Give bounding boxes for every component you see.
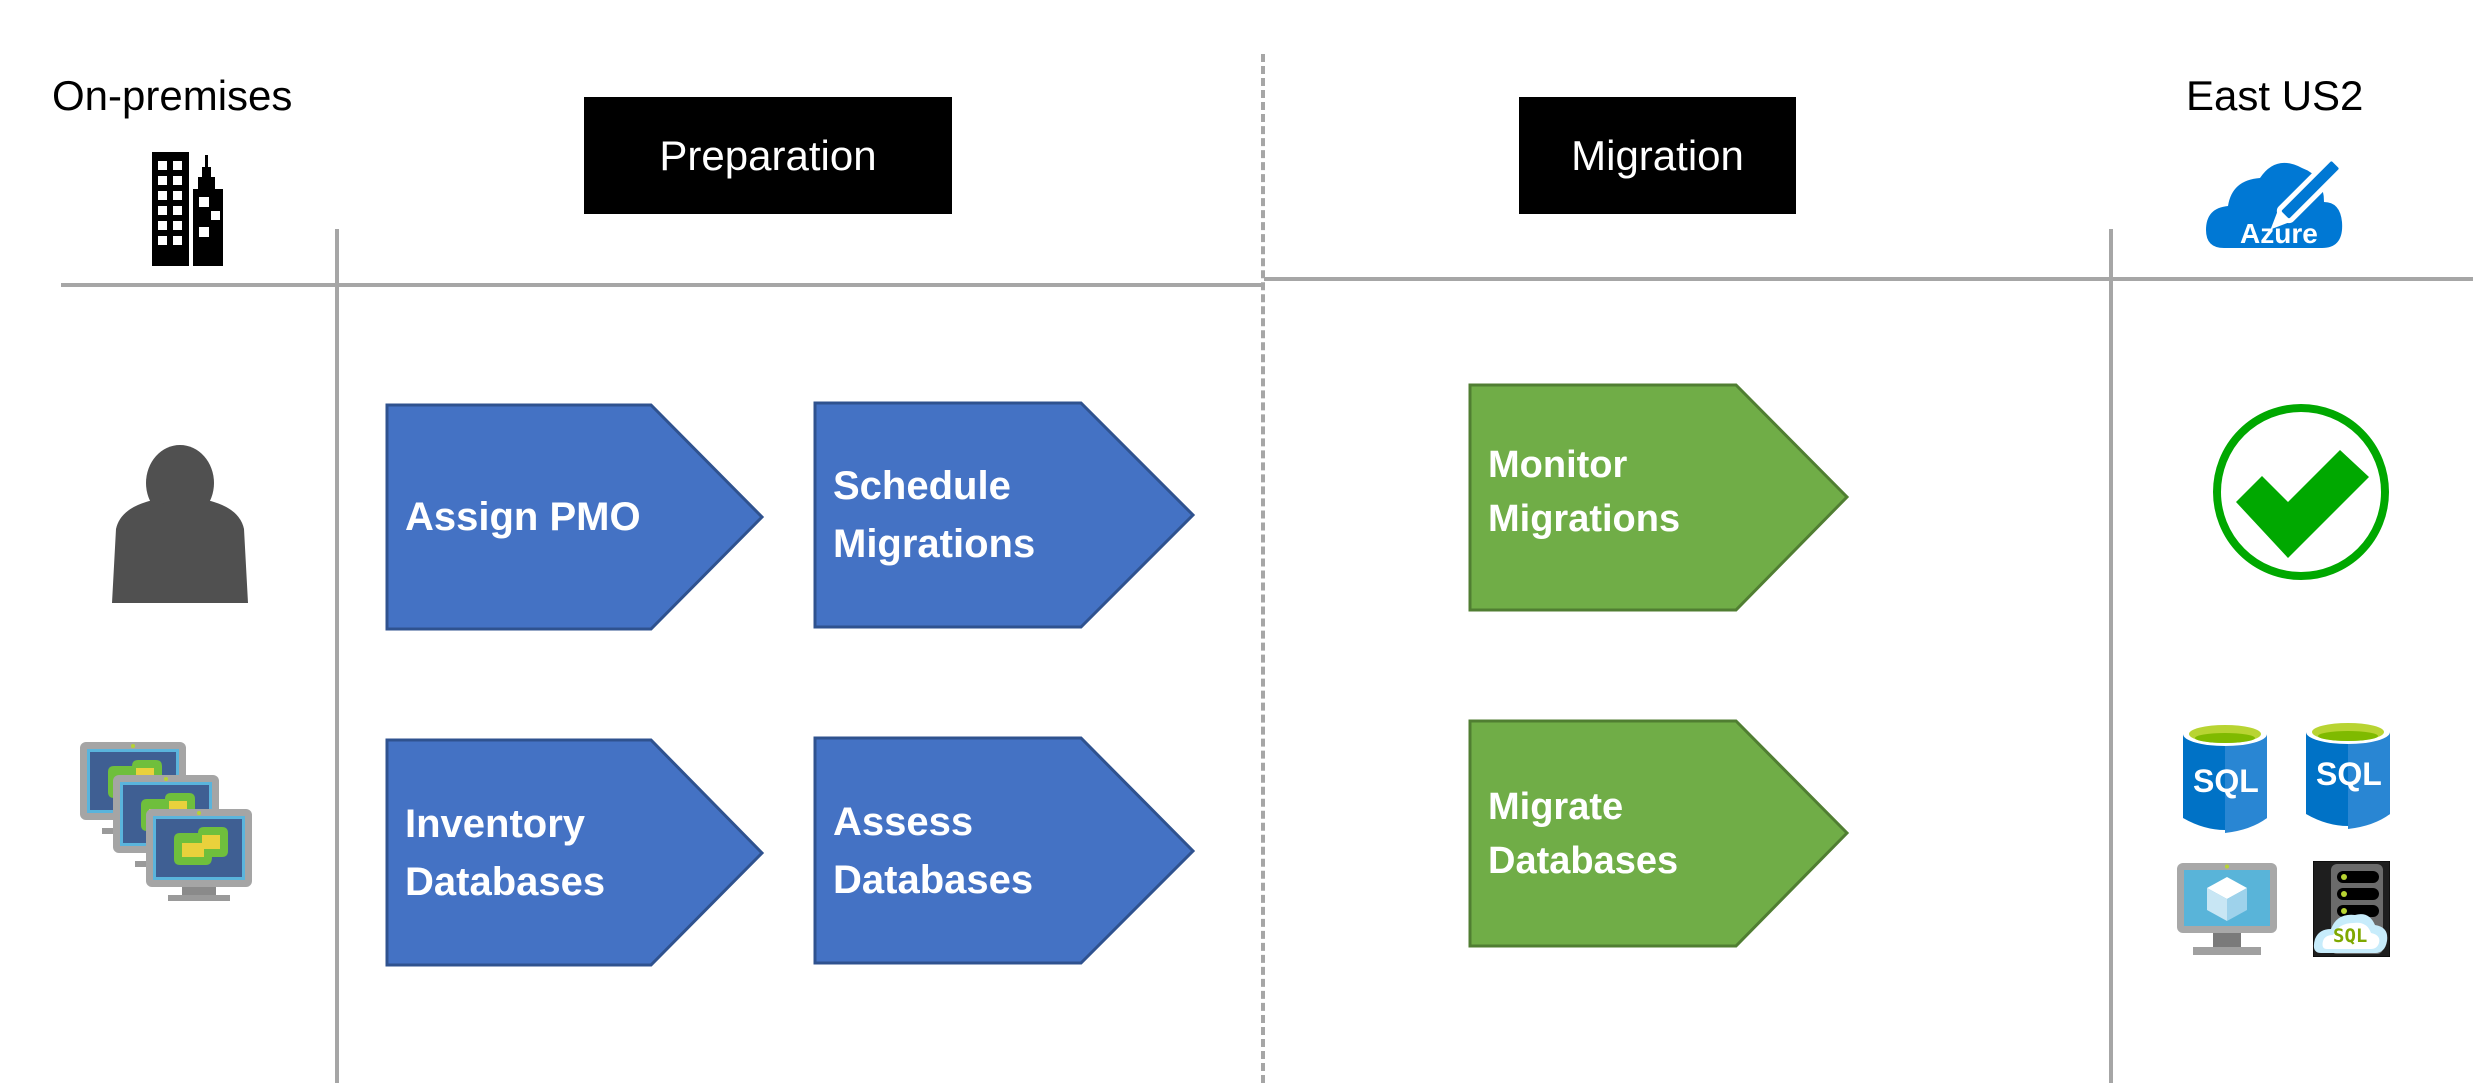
user-icon xyxy=(110,444,250,604)
step-schedule-migrations: Schedule Migrations xyxy=(813,401,1196,629)
step-label: Assess Databases xyxy=(833,799,1034,902)
phase-header-migration: Migration xyxy=(1519,97,1796,214)
phase-divider xyxy=(1261,54,1265,1083)
step-label: Assign PMO xyxy=(405,495,641,539)
sql-database-icon: SQL xyxy=(2304,718,2392,830)
sql-database-label: SQL xyxy=(2316,756,2382,792)
sql-server-label: SQL xyxy=(2333,925,2368,947)
step-migrate-databases: Migrate Databases xyxy=(1468,719,1850,948)
target-column-divider xyxy=(2109,229,2113,1083)
sql-database-label: SQL xyxy=(2193,763,2259,799)
header-divider-right xyxy=(1264,277,2473,281)
phase-header-label: Preparation xyxy=(659,131,877,179)
azure-virtual-machine-icon xyxy=(2177,863,2277,958)
office-building-icon xyxy=(152,151,226,267)
target-region-label: East US2 xyxy=(2186,72,2364,119)
vmware-virtual-machines-icon xyxy=(80,742,256,914)
phase-header-preparation: Preparation xyxy=(584,97,952,214)
step-assess-databases: Assess Databases xyxy=(813,736,1196,965)
azure-cloud-icon: Azure xyxy=(2206,144,2352,250)
step-label: Migrate Databases xyxy=(1488,785,1679,882)
header-divider-left xyxy=(61,283,1264,287)
sql-server-vm-icon: SQL xyxy=(2312,860,2391,958)
azure-cloud-label: Azure xyxy=(2240,218,2318,249)
step-assign-pmo: Assign PMO xyxy=(385,403,765,631)
step-inventory-databases: Inventory Databases xyxy=(385,738,765,967)
phase-header-label: Migration xyxy=(1571,131,1744,179)
step-monitor-migrations: Monitor Migrations xyxy=(1468,383,1850,612)
checkmark-circle-icon xyxy=(2212,403,2390,581)
step-label: Monitor Migrations xyxy=(1488,443,1681,540)
step-label: Schedule Migrations xyxy=(833,464,1036,566)
step-label: Inventory Databases xyxy=(405,801,606,904)
sql-database-icon: SQL xyxy=(2181,720,2269,835)
source-column-divider xyxy=(335,229,339,1083)
source-region-label: On-premises xyxy=(52,72,293,119)
